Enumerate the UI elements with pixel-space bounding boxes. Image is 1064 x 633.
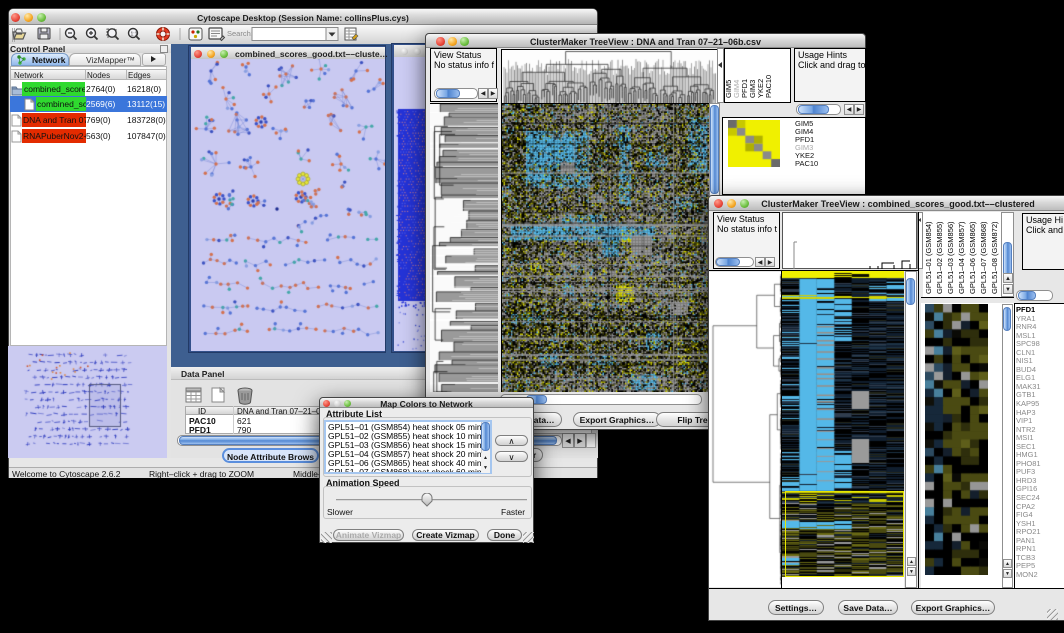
svg-text:Search:: Search: <box>227 29 253 38</box>
